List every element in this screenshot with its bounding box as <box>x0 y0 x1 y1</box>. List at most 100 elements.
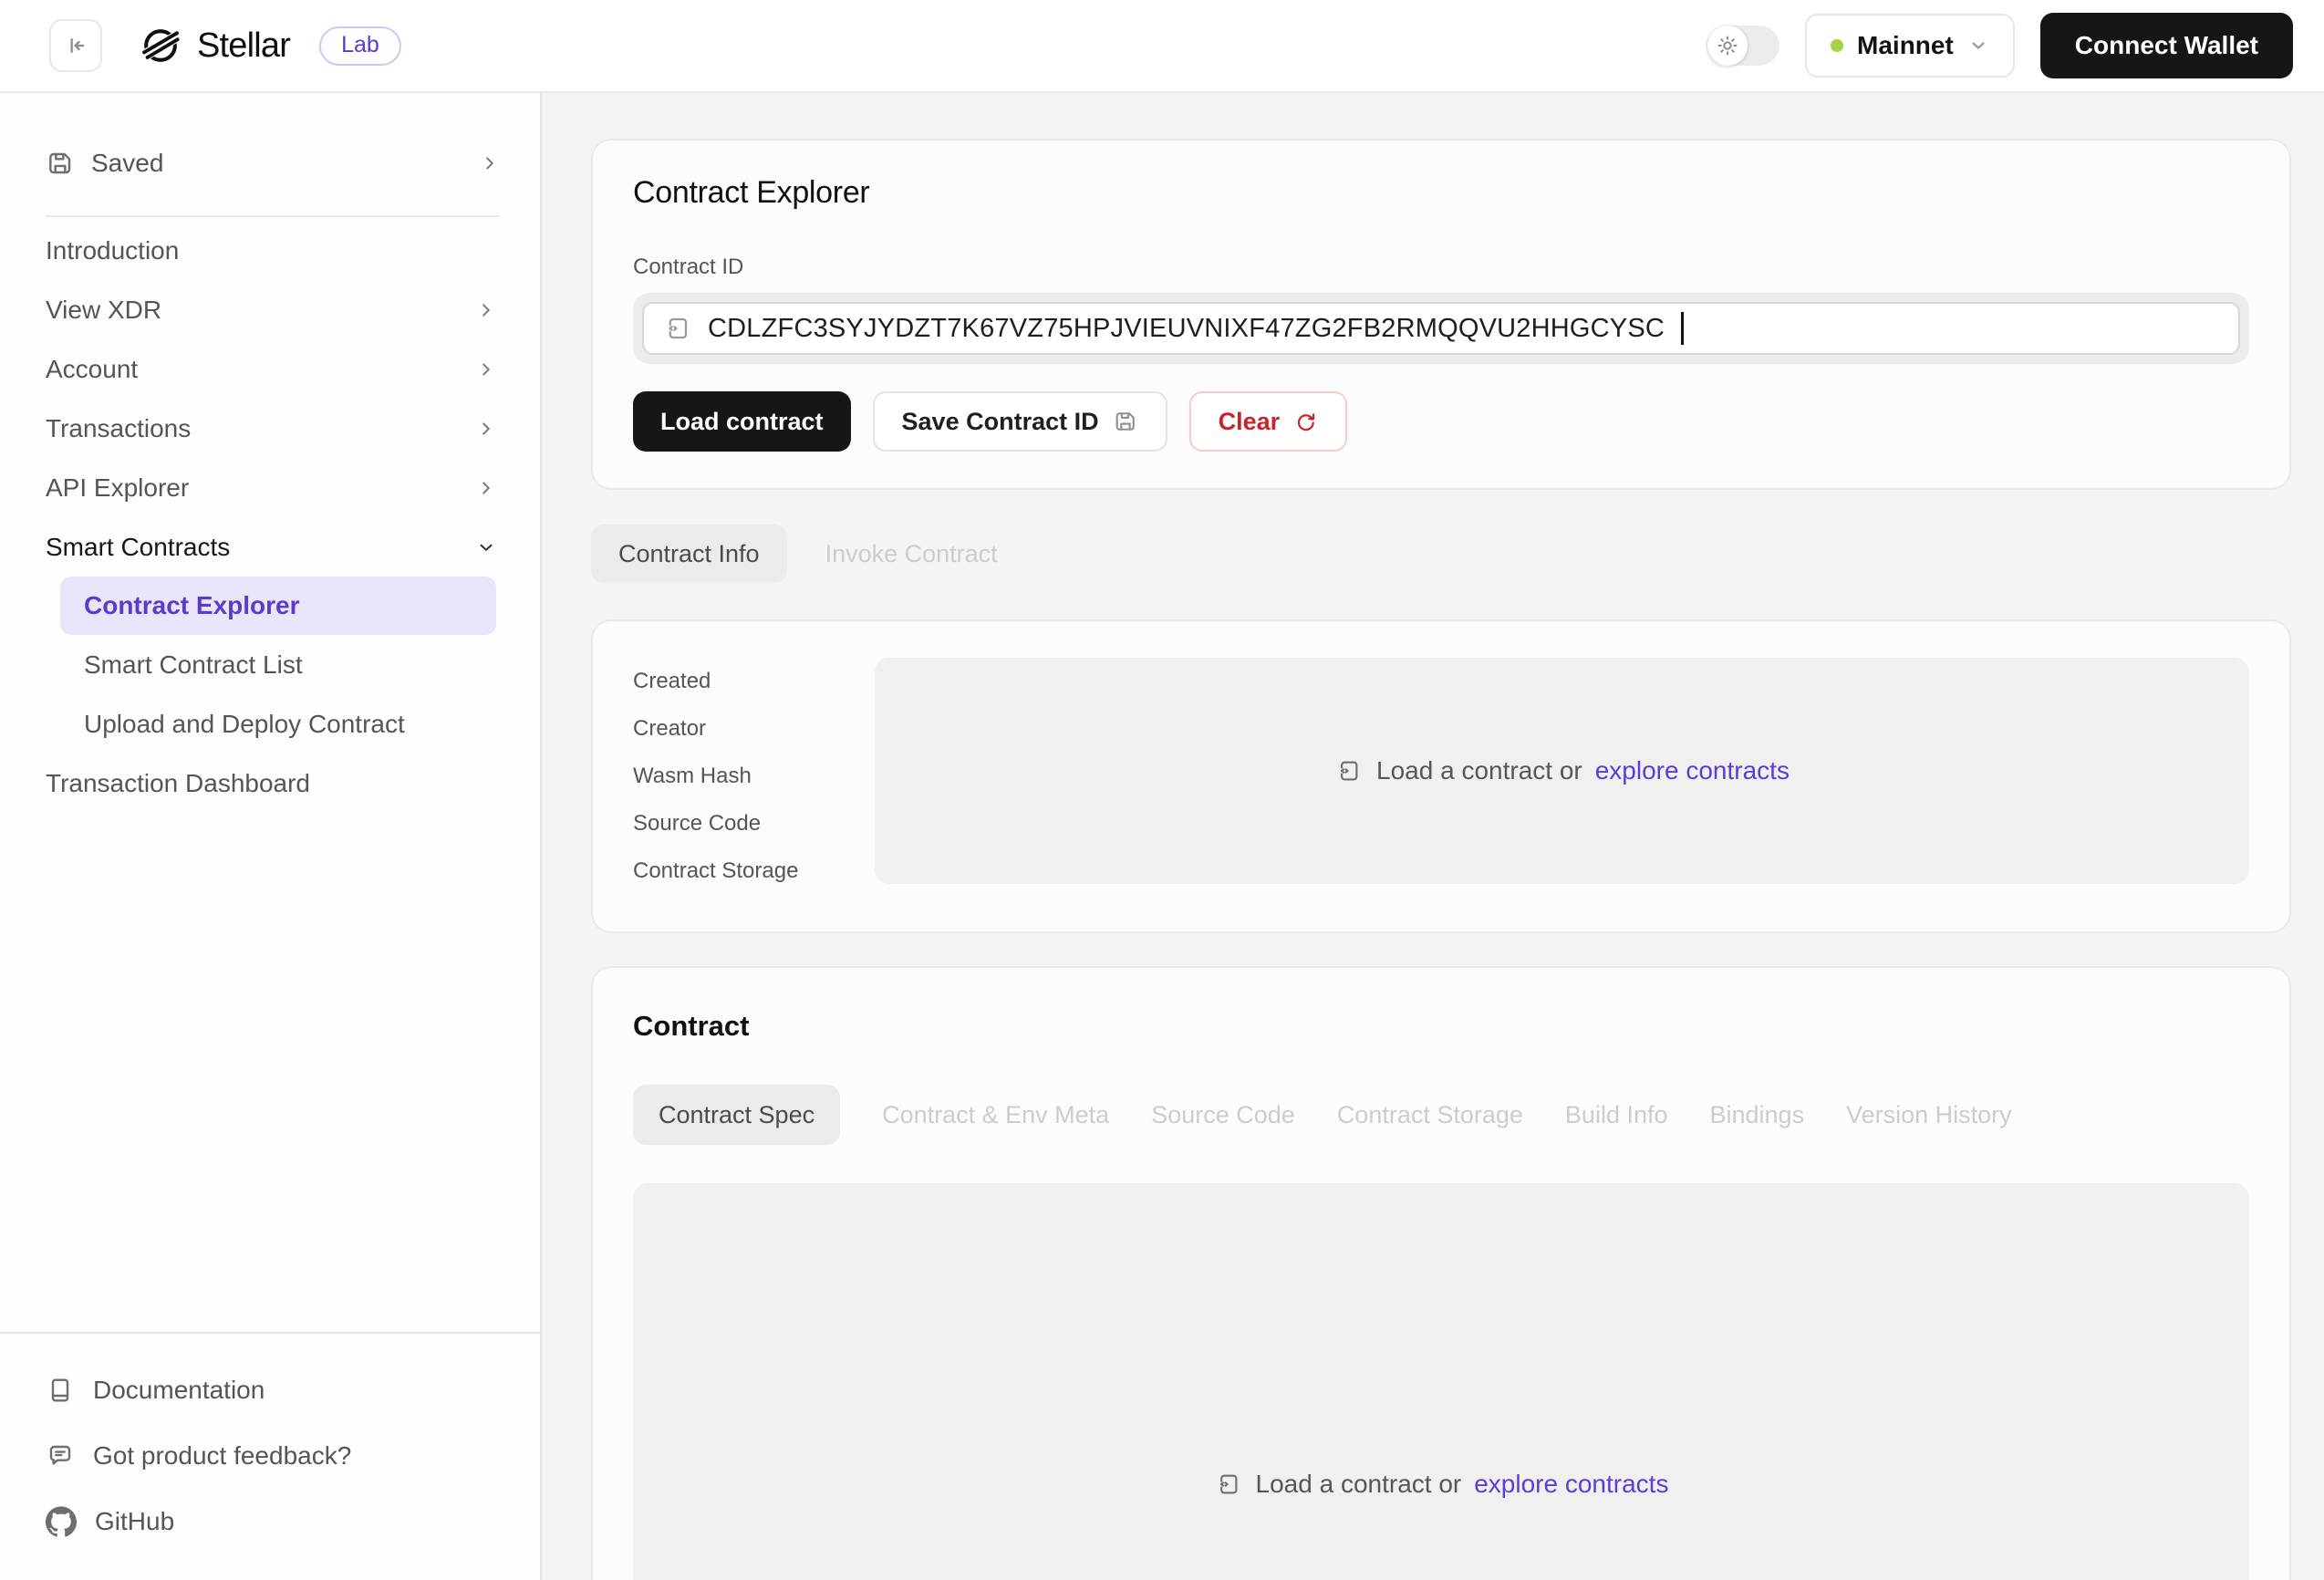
app-shell: Saved Introduction View XDR Account <box>0 93 2324 1580</box>
chevron-down-icon <box>1967 35 1989 57</box>
network-status-dot <box>1831 39 1843 52</box>
tab-invoke-contract[interactable]: Invoke Contract <box>825 540 998 568</box>
contract-explorer-card: Contract Explorer Contract ID CDLZFC3SYJ… <box>591 139 2291 490</box>
explore-contracts-link[interactable]: explore contracts <box>1474 1470 1668 1499</box>
sidebar-item-smart-contracts[interactable]: Smart Contracts <box>0 517 540 577</box>
explore-contracts-link[interactable]: explore contracts <box>1595 756 1790 785</box>
contract-id-label: Contract ID <box>633 255 2249 280</box>
sun-icon <box>1716 34 1739 57</box>
sidebar-item-documentation[interactable]: Documentation <box>0 1357 540 1423</box>
contract-info-empty-state: Load a contract or explore contracts <box>875 658 2249 884</box>
clear-label: Clear <box>1219 408 1281 436</box>
contract-id-input-ring: CDLZFC3SYJYDZT7K67VZ75HPJVIEUVNIXF47ZG2F… <box>633 293 2249 364</box>
feedback-icon <box>46 1441 75 1471</box>
tab-contract-env-meta[interactable]: Contract & Env Meta <box>882 1101 1109 1129</box>
collapse-sidebar-icon <box>62 32 89 59</box>
tab-version-history[interactable]: Version History <box>1846 1101 2012 1129</box>
contract-detail-tabs: Contract Spec Contract & Env Meta Source… <box>633 1085 2249 1145</box>
chevron-down-icon <box>476 537 496 557</box>
contract-info-labels: Created Creator Wasm Hash Source Code Co… <box>633 658 875 895</box>
contract-info-card: Created Creator Wasm Hash Source Code Co… <box>591 619 2291 933</box>
field-label-created: Created <box>633 658 875 705</box>
sidebar-item-label: Contract Explorer <box>84 591 300 620</box>
contract-icon <box>1214 1471 1241 1498</box>
sidebar-item-label: Upload and Deploy Contract <box>84 710 405 739</box>
sidebar-footer: Documentation Got product feedback? G <box>0 1332 540 1580</box>
lab-badge: Lab <box>319 26 401 66</box>
sidebar-item-github[interactable]: GitHub <box>0 1489 540 1554</box>
network-label: Mainnet <box>1857 31 1954 60</box>
sidebar-nav: Introduction View XDR Account Transactio… <box>0 217 540 813</box>
network-selector[interactable]: Mainnet <box>1805 14 2015 78</box>
book-icon <box>46 1376 75 1405</box>
save-contract-id-label: Save Contract ID <box>902 408 1099 436</box>
top-bar: Stellar Lab Mainnet Connect <box>0 0 2324 93</box>
sidebar-item-contract-explorer[interactable]: Contract Explorer <box>60 577 496 635</box>
contract-id-input[interactable]: CDLZFC3SYJYDZT7K67VZ75HPJVIEUVNIXF47ZG2F… <box>642 302 2240 355</box>
tab-contract-spec[interactable]: Contract Spec <box>633 1085 840 1145</box>
chevron-right-icon <box>476 359 496 379</box>
sidebar-item-transaction-dashboard[interactable]: Transaction Dashboard <box>0 754 540 813</box>
main-content: Contract Explorer Contract ID CDLZFC3SYJ… <box>542 93 2324 1580</box>
stellar-logo-icon <box>139 24 182 68</box>
save-icon <box>46 149 75 178</box>
sidebar-item-label: View XDR <box>46 296 161 325</box>
contract-info-grid: Created Creator Wasm Hash Source Code Co… <box>633 658 2249 895</box>
clear-button[interactable]: Clear <box>1189 391 1348 452</box>
tab-build-info[interactable]: Build Info <box>1565 1101 1668 1129</box>
contract-icon <box>1334 757 1362 785</box>
chevron-right-icon <box>476 419 496 439</box>
sidebar-item-label: Documentation <box>93 1376 265 1405</box>
contract-card: Contract Contract Spec Contract & Env Me… <box>591 966 2291 1580</box>
sidebar-item-view-xdr[interactable]: View XDR <box>0 280 540 339</box>
tab-contract-info[interactable]: Contract Info <box>591 525 787 583</box>
sidebar-item-label: Transaction Dashboard <box>46 769 310 798</box>
brand-name: Stellar <box>197 26 290 66</box>
field-label-contract-storage: Contract Storage <box>633 847 875 895</box>
connect-wallet-button[interactable]: Connect Wallet <box>2040 13 2293 78</box>
contract-icon <box>662 314 691 343</box>
chevron-right-icon <box>476 300 496 320</box>
sidebar-item-label: Account <box>46 355 138 384</box>
tab-bindings[interactable]: Bindings <box>1710 1101 1805 1129</box>
chevron-right-icon <box>476 478 496 498</box>
sidebar-item-label: Smart Contract List <box>84 650 303 680</box>
contract-id-value: CDLZFC3SYJYDZT7K67VZ75HPJVIEUVNIXF47ZG2F… <box>708 314 1665 344</box>
contract-spec-empty-state: Load a contract or explore contracts <box>633 1183 2249 1580</box>
theme-toggle-knob <box>1707 26 1748 66</box>
sidebar-item-label: Saved <box>91 149 163 178</box>
sidebar-item-api-explorer[interactable]: API Explorer <box>0 458 540 517</box>
sidebar-item-smart-contract-list[interactable]: Smart Contract List <box>0 635 540 694</box>
chevron-right-icon <box>480 153 500 173</box>
sidebar-item-feedback[interactable]: Got product feedback? <box>0 1423 540 1489</box>
contract-view-tabs: Contract Info Invoke Contract <box>591 525 2291 583</box>
sidebar-item-upload-deploy-contract[interactable]: Upload and Deploy Contract <box>0 694 540 754</box>
field-label-source-code: Source Code <box>633 800 875 847</box>
contract-section-title: Contract <box>633 1010 2249 1043</box>
save-contract-id-button[interactable]: Save Contract ID <box>873 391 1167 452</box>
save-icon <box>1113 409 1138 434</box>
explorer-actions: Load contract Save Contract ID Clear <box>633 391 2249 452</box>
stellar-lab-logo[interactable]: Stellar Lab <box>139 24 401 68</box>
refresh-icon <box>1293 410 1318 434</box>
page-title: Contract Explorer <box>633 175 2249 211</box>
text-caret <box>1681 312 1684 345</box>
tab-contract-storage[interactable]: Contract Storage <box>1337 1101 1523 1129</box>
tab-source-code[interactable]: Source Code <box>1151 1101 1295 1129</box>
github-icon <box>46 1506 77 1537</box>
sidebar-item-label: API Explorer <box>46 473 189 503</box>
sidebar-item-transactions[interactable]: Transactions <box>0 399 540 458</box>
load-contract-button[interactable]: Load contract <box>633 391 851 452</box>
sidebar-item-label: Smart Contracts <box>46 533 230 562</box>
sidebar: Saved Introduction View XDR Account <box>0 93 542 1580</box>
sidebar-item-account[interactable]: Account <box>0 339 540 399</box>
top-bar-actions: Mainnet Connect Wallet <box>1707 13 2293 78</box>
sidebar-item-introduction[interactable]: Introduction <box>0 221 540 280</box>
sidebar-item-saved[interactable]: Saved <box>46 137 500 190</box>
empty-state-text: Load a contract or <box>1376 756 1582 785</box>
sidebar-item-label: Introduction <box>46 236 179 265</box>
field-label-creator: Creator <box>633 705 875 753</box>
sidebar-item-label: Transactions <box>46 414 191 443</box>
collapse-sidebar-button[interactable] <box>49 19 102 72</box>
theme-toggle[interactable] <box>1707 26 1779 66</box>
